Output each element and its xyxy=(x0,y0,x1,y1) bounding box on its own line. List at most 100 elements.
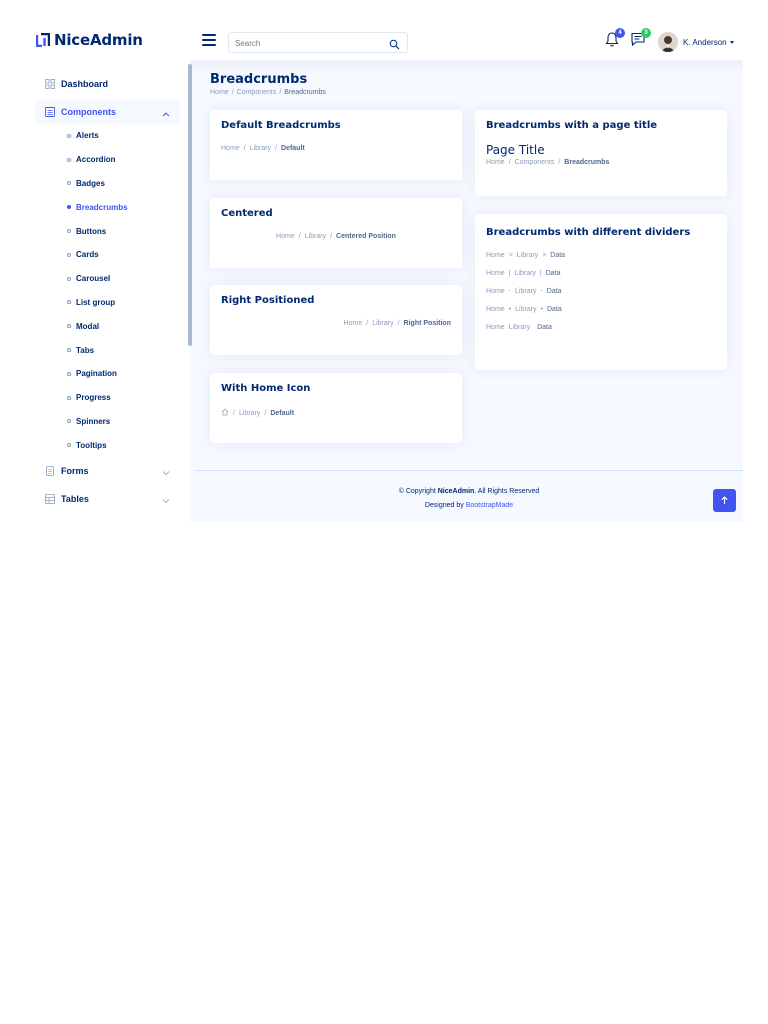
breadcrumb-library-link[interactable]: Library xyxy=(515,306,536,313)
copyright: © Copyright NiceAdmin. All Rights Reserv… xyxy=(195,485,743,499)
breadcrumb-separator: • xyxy=(540,306,543,313)
copyright-brand: NiceAdmin xyxy=(437,488,475,495)
sidebar-item-tables[interactable]: Tables xyxy=(35,487,180,511)
sidebar-sub-buttons[interactable]: Buttons xyxy=(35,219,180,243)
breadcrumb-library-link[interactable]: Library xyxy=(250,145,271,152)
breadcrumb-library-link[interactable]: Library xyxy=(517,252,538,259)
sidebar-item-label: Forms xyxy=(61,466,89,477)
breadcrumb-separator: / xyxy=(279,89,282,96)
sidebar-sub-breadcrumbs[interactable]: Breadcrumbs xyxy=(35,195,180,219)
messages-chat-icon[interactable]: 3 xyxy=(630,28,651,49)
breadcrumb: Home Library Data xyxy=(486,324,716,331)
sidebar-sub-modal[interactable]: Modal xyxy=(35,314,180,338)
search-input[interactable] xyxy=(229,34,379,53)
chevron-down-icon xyxy=(162,468,170,476)
footer: © Copyright NiceAdmin. All Rights Reserv… xyxy=(195,470,743,513)
breadcrumb-library-link[interactable]: Library xyxy=(515,270,536,277)
breadcrumb-separator: - xyxy=(508,288,512,295)
breadcrumb: Home • Library • Data xyxy=(486,306,716,313)
circle-icon xyxy=(67,443,71,448)
sidebar-sub-alerts[interactable]: Alerts xyxy=(35,124,180,148)
circle-icon xyxy=(67,133,71,138)
designer-link[interactable]: BootstrapMade xyxy=(466,502,513,509)
breadcrumb-library-link[interactable]: Library xyxy=(372,320,393,327)
circle-icon xyxy=(67,419,71,424)
breadcrumb-components-link[interactable]: Components xyxy=(515,159,555,166)
breadcrumb-library-link[interactable]: Library xyxy=(509,324,530,331)
card-default-breadcrumbs: Default Breadcrumbs Home / Library / Defau… xyxy=(210,110,462,180)
sidebar-item-label: Components xyxy=(61,107,116,117)
circle-icon xyxy=(67,395,71,400)
breadcrumb-home-link[interactable]: Home xyxy=(486,270,505,277)
breadcrumb-home-link[interactable]: Home xyxy=(486,159,505,166)
card-right-breadcrumbs: Right Positioned Home / Library / Right Po… xyxy=(210,285,462,355)
breadcrumb-current: Data xyxy=(546,288,562,295)
search-bar xyxy=(228,32,408,53)
sub-label: List group xyxy=(76,297,116,307)
app-shell: NiceAdmin 4 3 K. Anderson xyxy=(25,25,743,522)
breadcrumb-home-link[interactable]: Home xyxy=(486,252,505,259)
sidebar-item-dashboard[interactable]: Dashboard xyxy=(35,72,180,96)
breadcrumb: Home > Library > Data xyxy=(486,252,716,259)
sidebar-sub-carousel[interactable]: Carousel xyxy=(35,267,180,291)
messages-badge: 3 xyxy=(641,28,651,38)
sidebar-sub-badges[interactable]: Badges xyxy=(35,172,180,196)
house-icon[interactable] xyxy=(221,408,229,418)
breadcrumb-home-link[interactable]: Home xyxy=(276,233,295,240)
sidebar-item-components[interactable]: Components xyxy=(35,100,180,124)
sub-label: Spinners xyxy=(76,416,111,426)
sidebar-scrollbar[interactable] xyxy=(188,64,192,346)
main-content: Breadcrumbs Home / Components / Breadcru… xyxy=(210,72,730,96)
circle-icon xyxy=(67,229,71,234)
sidebar-sub-spinners[interactable]: Spinners xyxy=(35,410,180,434)
card-title: Breadcrumbs with a page title xyxy=(486,120,658,131)
brand-name: NiceAdmin xyxy=(54,31,143,49)
sidebar-sub-accordion[interactable]: Accordion xyxy=(35,148,180,172)
sidebar-sub-tabs[interactable]: Tabs xyxy=(35,338,180,362)
breadcrumb-home-link[interactable]: Home xyxy=(210,89,229,96)
search-icon[interactable] xyxy=(389,37,400,50)
back-to-top-button[interactable] xyxy=(713,489,736,512)
sidebar-sub-progress[interactable]: Progress xyxy=(35,386,180,410)
sidebar-sub-pagination[interactable]: Pagination xyxy=(35,362,180,386)
logo[interactable]: NiceAdmin xyxy=(36,31,143,49)
chevron-up-icon xyxy=(162,109,170,117)
breadcrumb-current: Data xyxy=(537,324,552,331)
breadcrumb-current: Right Position xyxy=(403,320,451,327)
breadcrumb: Home / Library / Default xyxy=(221,145,451,152)
sidebar-toggle-icon[interactable] xyxy=(202,34,216,46)
breadcrumb-home-link[interactable]: Home xyxy=(344,320,363,327)
breadcrumb-home-link[interactable]: Home xyxy=(221,145,240,152)
breadcrumb-home-link[interactable]: Home xyxy=(486,288,505,295)
card-centered-breadcrumbs: Centered Home / Library / Centered Positio… xyxy=(210,198,462,268)
page-title-heading: Page Title xyxy=(486,143,545,157)
copyright-rights: . All Rights Reserved xyxy=(474,488,540,495)
sub-label: Breadcrumbs xyxy=(76,202,128,212)
breadcrumb-home-link[interactable]: Home xyxy=(486,324,505,331)
sidebar-sub-list-group[interactable]: List group xyxy=(35,291,180,315)
logo-icon xyxy=(36,33,50,47)
breadcrumb-home-link[interactable]: Home xyxy=(486,306,505,313)
sidebar-item-forms[interactable]: Forms xyxy=(35,459,180,483)
sidebar-sub-tooltips[interactable]: Tooltips xyxy=(35,433,180,457)
breadcrumb-separator: / xyxy=(298,233,301,240)
page-title: Breadcrumbs xyxy=(210,72,308,87)
sidebar-item-label: Dashboard xyxy=(61,79,109,89)
sidebar-nav: Dashboard Components Alerts Accordion Ba xyxy=(25,72,190,511)
notifications-bell-icon[interactable]: 4 xyxy=(604,28,625,49)
sub-label: Progress xyxy=(76,393,111,403)
breadcrumb-library-link[interactable]: Library xyxy=(239,410,260,417)
breadcrumb-library-link[interactable]: Library xyxy=(305,233,326,240)
sidebar-sub-cards[interactable]: Cards xyxy=(35,243,180,267)
sub-label: Carousel xyxy=(76,274,111,284)
breadcrumb: Home / Components / Breadcrumbs xyxy=(210,89,730,96)
sub-label: Tabs xyxy=(76,345,95,355)
breadcrumb-components-link[interactable]: Components xyxy=(237,89,277,96)
breadcrumb-current: Default xyxy=(281,145,305,152)
profile-menu[interactable]: K. Anderson xyxy=(658,32,734,52)
card-title: With Home Icon xyxy=(221,383,311,394)
copyright-prefix: © Copyright xyxy=(398,488,436,495)
breadcrumb-separator: / xyxy=(231,89,234,96)
arrow-up-icon xyxy=(721,496,728,504)
breadcrumb-library-link[interactable]: Library xyxy=(515,288,536,295)
